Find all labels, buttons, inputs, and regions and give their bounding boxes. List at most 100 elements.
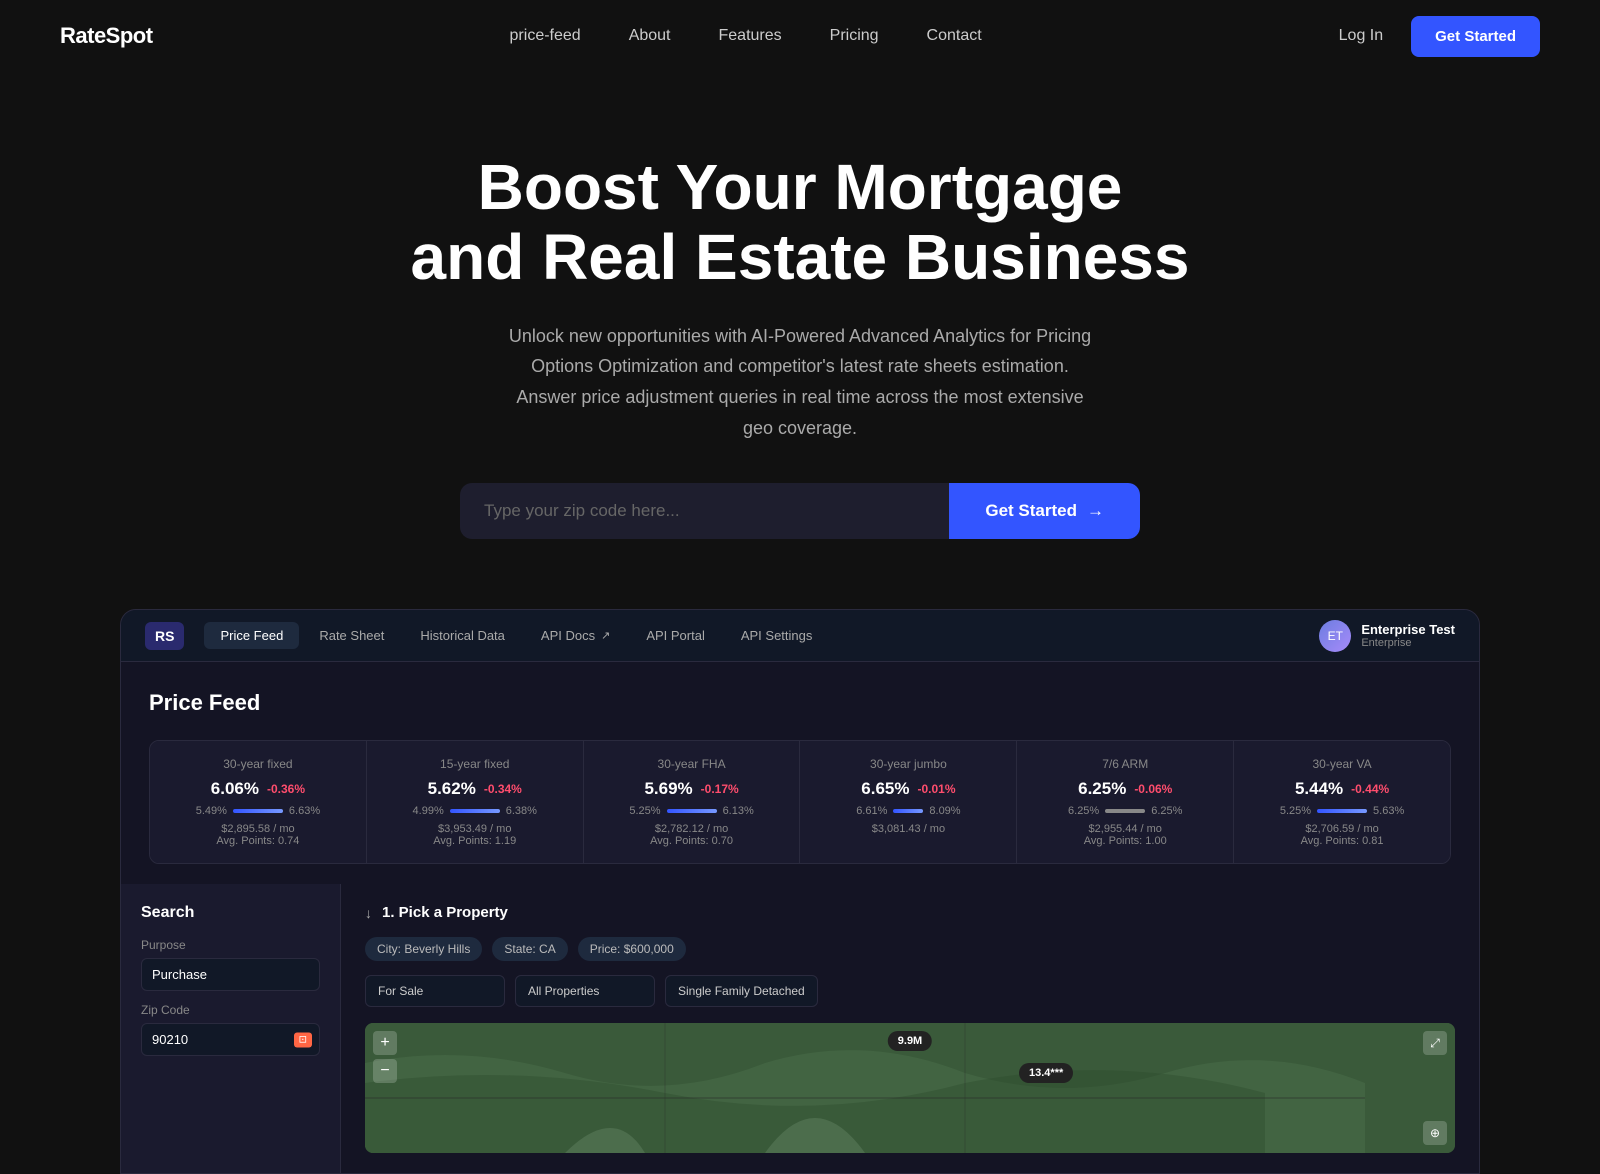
nav-links: price-feed About Features Pricing Contac… (510, 27, 982, 45)
rc-monthly-3: $3,081.43 / mo (820, 823, 996, 835)
user-avatar: ET (1319, 620, 1351, 652)
purpose-select[interactable]: Purchase Refinance (141, 958, 320, 991)
nav-contact[interactable]: Contact (927, 27, 982, 45)
nav-pricing[interactable]: Pricing (830, 27, 879, 45)
filter-price[interactable]: Price: $600,000 (578, 937, 686, 961)
dash-nav-historical-data[interactable]: Historical Data (404, 622, 521, 649)
rc-label-3: 30-year jumbo (820, 757, 996, 771)
hero-subtext: Unlock new opportunities with AI-Powered… (500, 321, 1100, 443)
property-filters: City: Beverly Hills State: CA Price: $60… (365, 937, 1455, 961)
property-map: 9.9M 13.4*** + − ⤢ ⊕ (365, 1023, 1455, 1153)
hero-get-started-button[interactable]: Get Started → (949, 483, 1140, 539)
rate-card-30yr-va: 30-year VA 5.44% -0.44% 5.25% 5.63% $2,7… (1234, 741, 1450, 863)
main-nav: RateSpot price-feed About Features Prici… (0, 0, 1600, 72)
rc-range-1: 4.99% 6.38% (387, 805, 563, 817)
nav-get-started-button[interactable]: Get Started (1411, 16, 1540, 57)
arrow-right-icon: → (1087, 501, 1104, 521)
hero-headline: Boost Your Mortgage and Real Estate Busi… (60, 152, 1540, 293)
rc-bar-5 (1317, 809, 1367, 813)
rc-rate-3: 6.65% (861, 779, 909, 799)
map-zoom-in-button[interactable]: + (373, 1031, 397, 1055)
bottom-section: Search Purpose Purchase Refinance Zip Co… (121, 884, 1479, 1173)
rc-monthly-0: $2,895.58 / mo (170, 823, 346, 835)
rc-label-0: 30-year fixed (170, 757, 346, 771)
rc-points-4: Avg. Points: 1.00 (1037, 835, 1213, 847)
rate-card-30yr-jumbo: 30-year jumbo 6.65% -0.01% 6.61% 8.09% $… (800, 741, 1017, 863)
rc-rate-2: 5.69% (644, 779, 692, 799)
rc-monthly-5: $2,706.59 / mo (1254, 823, 1430, 835)
rc-change-1: -0.34% (484, 782, 522, 796)
map-zoom-out-button[interactable]: − (373, 1059, 397, 1083)
rc-main-0: 6.06% -0.36% (170, 779, 346, 799)
nav-features[interactable]: Features (719, 27, 782, 45)
price-feed-title: Price Feed (149, 690, 1451, 716)
dash-nav-api-docs[interactable]: API Docs ↗ (525, 622, 626, 649)
rc-points-5: Avg. Points: 0.81 (1254, 835, 1430, 847)
hero-section: Boost Your Mortgage and Real Estate Busi… (0, 72, 1600, 579)
dashboard-user-area: ET Enterprise Test Enterprise (1319, 620, 1455, 652)
dash-nav-api-settings[interactable]: API Settings (725, 622, 829, 649)
pick-property-title: 1. Pick a Property (382, 904, 508, 921)
property-category-select[interactable]: All Properties Houses Condos (515, 975, 655, 1007)
rc-range-3: 6.61% 8.09% (820, 805, 996, 817)
rc-change-5: -0.44% (1351, 782, 1389, 796)
map-compass-icon[interactable]: ⊕ (1423, 1121, 1447, 1145)
rc-range-4: 6.25% 6.25% (1037, 805, 1213, 817)
map-price-tag-1: 9.9M (888, 1031, 932, 1051)
nav-about[interactable]: About (629, 27, 671, 45)
rate-card-30yr-fha: 30-year FHA 5.69% -0.17% 5.25% 6.13% $2,… (584, 741, 801, 863)
rc-monthly-2: $2,782.12 / mo (604, 823, 780, 835)
search-panel: Search Purpose Purchase Refinance Zip Co… (121, 884, 341, 1173)
dash-nav-rate-sheet[interactable]: Rate Sheet (303, 622, 400, 649)
dashboard-logo: RS (145, 622, 184, 650)
pick-property-panel: ↓ 1. Pick a Property City: Beverly Hills… (341, 884, 1479, 1173)
pick-property-header: ↓ 1. Pick a Property (365, 904, 1455, 921)
login-link[interactable]: Log In (1339, 27, 1383, 45)
search-panel-title: Search (141, 904, 320, 922)
purpose-label: Purpose (141, 938, 320, 952)
rate-card-30yr-fixed: 30-year fixed 6.06% -0.36% 5.49% 6.63% $… (150, 741, 367, 863)
brand-logo: RateSpot (60, 23, 153, 49)
rc-points-0: Avg. Points: 0.74 (170, 835, 346, 847)
rc-label-2: 30-year FHA (604, 757, 780, 771)
dashboard-nav: RS Price Feed Rate Sheet Historical Data… (121, 610, 1479, 662)
nav-right: Log In Get Started (1339, 16, 1540, 57)
rc-rate-1: 5.62% (428, 779, 476, 799)
rc-rate-5: 5.44% (1295, 779, 1343, 799)
map-expand-button[interactable]: ⤢ (1423, 1031, 1447, 1055)
rc-monthly-1: $3,953.49 / mo (387, 823, 563, 835)
zip-icon[interactable]: ⊡ (294, 1032, 312, 1047)
hero-search-bar: Get Started → (460, 483, 1140, 539)
external-link-icon: ↗ (601, 629, 610, 642)
collapse-arrow-icon[interactable]: ↓ (365, 905, 372, 921)
rc-range-5: 5.25% 5.63% (1254, 805, 1430, 817)
sale-type-select[interactable]: For Sale For Rent (365, 975, 505, 1007)
rc-monthly-4: $2,955.44 / mo (1037, 823, 1213, 835)
rc-main-4: 6.25% -0.06% (1037, 779, 1213, 799)
rc-main-2: 5.69% -0.17% (604, 779, 780, 799)
rate-cards-container: 30-year fixed 6.06% -0.36% 5.49% 6.63% $… (149, 740, 1451, 864)
nav-home[interactable]: price-feed (510, 27, 581, 45)
rc-main-1: 5.62% -0.34% (387, 779, 563, 799)
rate-card-76arm: 7/6 ARM 6.25% -0.06% 6.25% 6.25% $2,955.… (1017, 741, 1234, 863)
rc-change-0: -0.36% (267, 782, 305, 796)
dash-nav-price-feed[interactable]: Price Feed (204, 622, 299, 649)
rc-range-2: 5.25% 6.13% (604, 805, 780, 817)
user-info: Enterprise Test Enterprise (1361, 622, 1455, 649)
rc-change-2: -0.17% (701, 782, 739, 796)
dashboard-frame: RS Price Feed Rate Sheet Historical Data… (120, 609, 1480, 1174)
rc-label-4: 7/6 ARM (1037, 757, 1213, 771)
price-feed-section: Price Feed 30-year fixed 6.06% -0.36% 5.… (121, 662, 1479, 884)
rate-card-15yr-fixed: 15-year fixed 5.62% -0.34% 4.99% 6.38% $… (367, 741, 584, 863)
rc-change-4: -0.06% (1134, 782, 1172, 796)
rc-range-0: 5.49% 6.63% (170, 805, 346, 817)
rc-rate-4: 6.25% (1078, 779, 1126, 799)
filter-city[interactable]: City: Beverly Hills (365, 937, 482, 961)
rc-rate-0: 6.06% (211, 779, 259, 799)
filter-state[interactable]: State: CA (492, 937, 567, 961)
zip-label: Zip Code (141, 1003, 320, 1017)
dash-nav-api-portal[interactable]: API Portal (630, 622, 721, 649)
property-subtype-select[interactable]: Single Family Detached Condo Townhouse (665, 975, 818, 1007)
zip-code-input[interactable] (460, 483, 949, 539)
rc-bar-2 (667, 809, 717, 813)
